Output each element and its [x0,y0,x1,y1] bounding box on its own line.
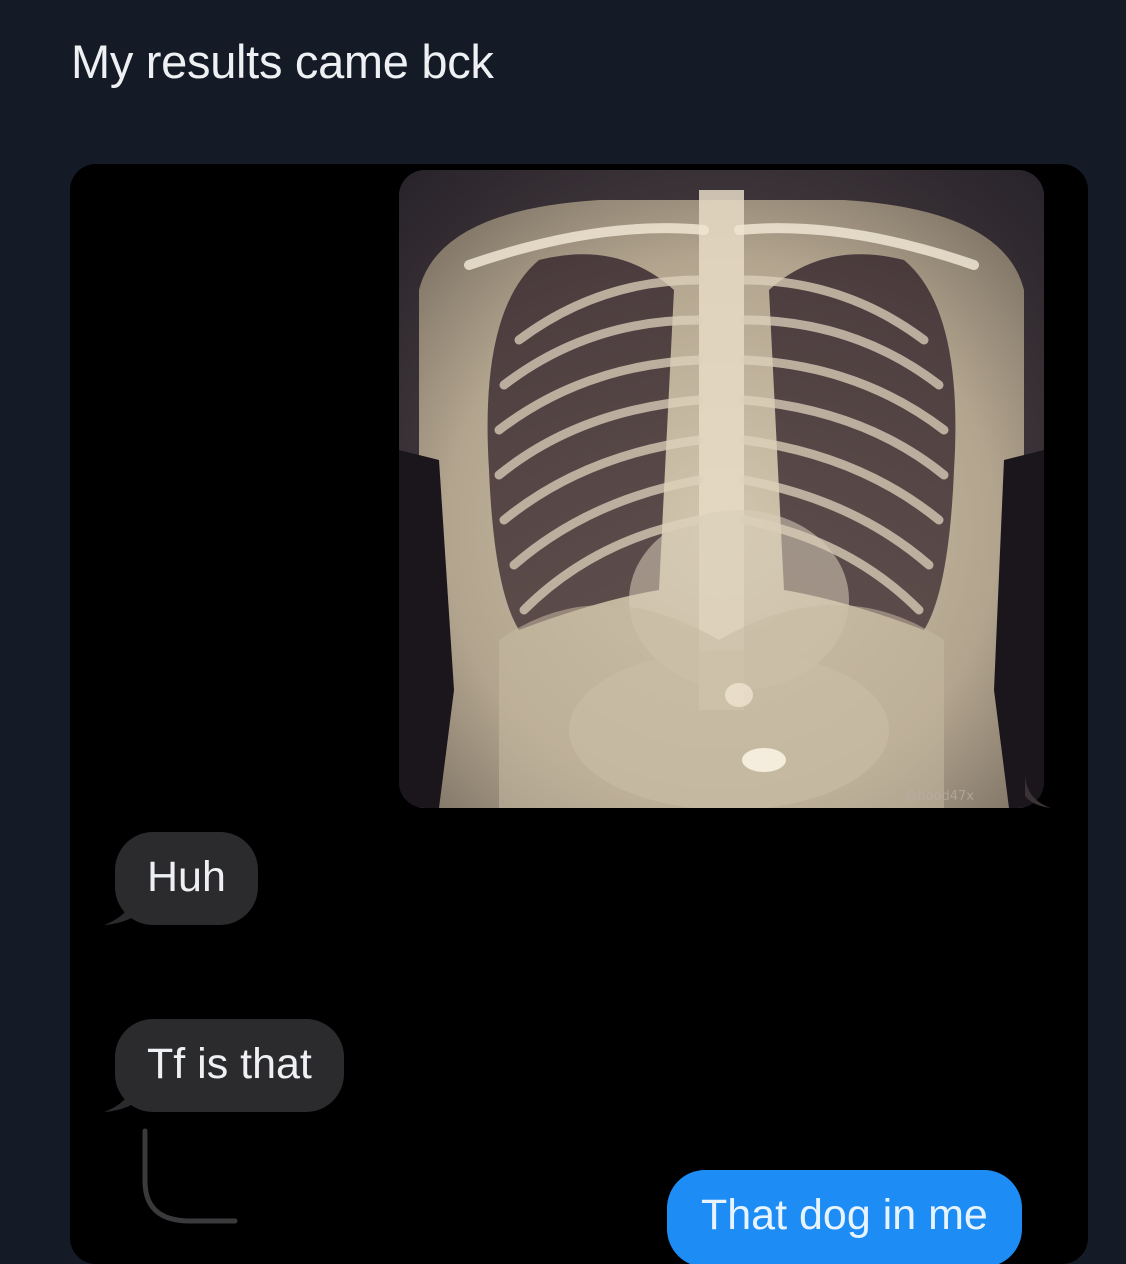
incoming-message-huh[interactable]: Huh [115,832,258,925]
image-watermark: @hood47x [904,789,974,804]
incoming-message-tf-is-that[interactable]: Tf is that [115,1019,344,1112]
reply-thread-line [142,1128,238,1224]
xray-image [399,170,1044,808]
message-text: Huh [147,853,226,901]
message-text: That dog in me [701,1191,988,1239]
outgoing-message-that-dog-in-me[interactable]: That dog in me [667,1170,1022,1264]
message-text: Tf is that [147,1040,312,1088]
post-text: My results came bck [71,35,494,88]
xray-image-message[interactable]: @hood47x [399,170,1044,808]
chat-screenshot: @hood47x Huh Tf is that That dog in me [70,164,1088,1264]
